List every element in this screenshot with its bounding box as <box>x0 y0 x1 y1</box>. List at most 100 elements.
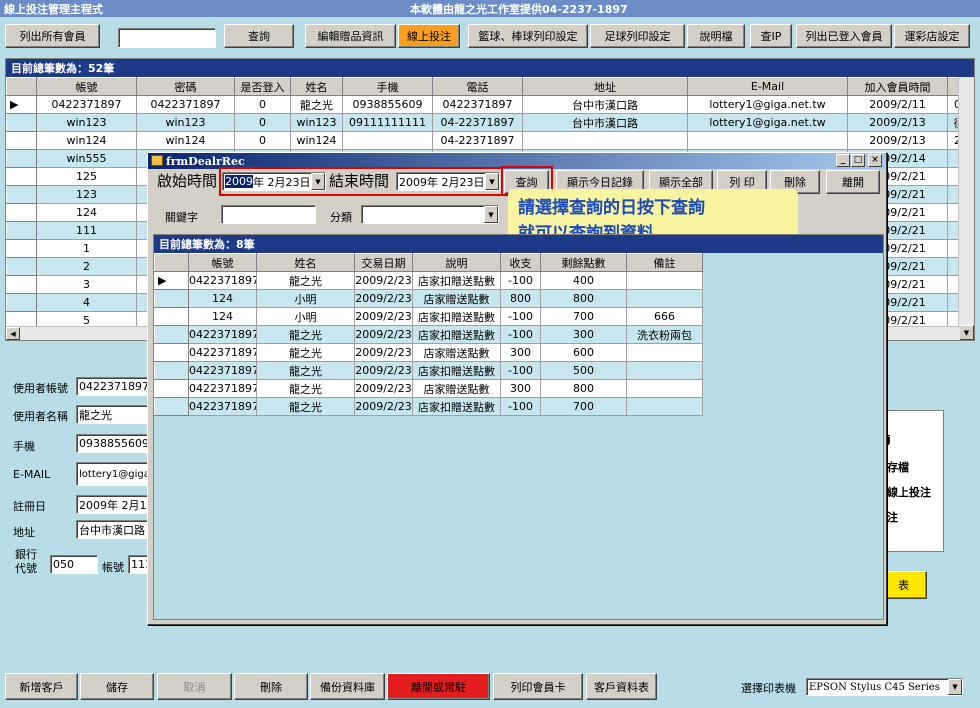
row-selector[interactable] <box>154 307 189 326</box>
table-cell[interactable]: win123 <box>36 113 137 132</box>
col-header-phone[interactable]: 電話 <box>432 77 523 96</box>
deal-cell[interactable] <box>626 289 703 308</box>
maximize-icon[interactable]: □ <box>851 154 865 167</box>
deal-cell[interactable]: 2009/2/23 <box>354 379 413 398</box>
deal-cell[interactable]: -100 <box>500 397 541 416</box>
deal-cell[interactable]: -100 <box>500 307 541 326</box>
deal-col-amount[interactable]: 收支 <box>500 253 541 272</box>
deal-cell[interactable]: 小明 <box>256 289 355 308</box>
backup-database-button[interactable]: 備份資料庫 <box>310 673 385 700</box>
table-cell[interactable]: 0422371897 <box>432 95 523 114</box>
table-cell[interactable]: 124 <box>36 203 137 222</box>
deal-cell[interactable]: 800 <box>540 379 627 398</box>
deal-cell[interactable] <box>626 271 703 290</box>
row-selector[interactable] <box>6 167 37 186</box>
category-select[interactable]: ▼ <box>361 205 499 224</box>
check-ip-button[interactable]: 查IP <box>750 24 792 48</box>
row-selector[interactable] <box>6 185 37 204</box>
table-row[interactable]: win123 win123 0 win123 09111111111 04-2237189… <box>6 113 974 132</box>
minimize-icon[interactable]: _ <box>836 154 850 167</box>
table-cell[interactable]: 04-22371897 <box>432 131 523 150</box>
table-cell[interactable]: win124 <box>136 131 235 150</box>
deal-cell[interactable]: 店家扣贈送點數 <box>412 325 501 344</box>
row-selector[interactable] <box>6 149 37 168</box>
delete-button[interactable]: 刪除 <box>234 673 308 700</box>
deal-cell[interactable] <box>626 361 703 380</box>
current-row-arrow-icon[interactable]: ▶ <box>154 271 189 290</box>
row-selector[interactable] <box>6 239 37 258</box>
table-cell[interactable]: 09111111111 <box>342 113 433 132</box>
deal-cell[interactable] <box>626 379 703 398</box>
deal-cell[interactable]: 0422371897 <box>188 271 257 290</box>
deal-cell[interactable]: 2009/2/23 <box>354 325 413 344</box>
col-header-password[interactable]: 密碼 <box>136 77 235 96</box>
deal-row[interactable]: 124 小明 2009/2/23 店家贈送點數 800 800 <box>154 289 703 308</box>
edit-gift-info-button[interactable]: 編輯贈品資訊 <box>305 24 396 48</box>
deal-row[interactable]: 0422371897 龍之光 2009/2/23 店家贈送點數 300 600 <box>154 343 703 362</box>
scroll-down-arrow-icon[interactable]: ▼ <box>959 325 974 340</box>
deal-cell[interactable]: 0422371897 <box>188 325 257 344</box>
list-logged-in-members-button[interactable]: 列出已登入會員 <box>796 24 892 48</box>
table-cell[interactable]: 台中市漢口路 <box>522 95 688 114</box>
query-button[interactable]: 查詢 <box>224 24 294 48</box>
deal-cell[interactable]: 500 <box>540 361 627 380</box>
basketball-print-settings-button[interactable]: 籃球、棒球列印設定 <box>468 24 588 48</box>
table-cell[interactable] <box>342 131 433 150</box>
deal-cell[interactable]: 龍之光 <box>256 325 355 344</box>
deal-cell[interactable]: 0422371897 <box>188 343 257 362</box>
row-selector[interactable] <box>6 293 37 312</box>
deal-cell[interactable]: 600 <box>540 343 627 362</box>
deal-col-description[interactable]: 說明 <box>412 253 501 272</box>
row-selector[interactable] <box>154 361 189 380</box>
customer-report-button[interactable]: 客戶資料表 <box>586 673 657 700</box>
deal-cell[interactable]: 2009/2/23 <box>354 361 413 380</box>
deal-cell[interactable]: 0422371897 <box>188 397 257 416</box>
deal-row[interactable]: 0422371897 龍之光 2009/2/23 店家扣贈送點數 -100 700 <box>154 397 703 416</box>
row-selector[interactable] <box>154 379 189 398</box>
deal-cell[interactable]: 店家扣贈送點數 <box>412 397 501 416</box>
deal-cell[interactable]: 2009/2/23 <box>354 271 413 290</box>
row-selector[interactable] <box>6 131 37 150</box>
row-selector[interactable] <box>154 289 189 308</box>
dialog-exit-button[interactable]: 離開 <box>826 170 880 194</box>
col-header-join-date[interactable]: 加入會員時間 <box>847 77 948 96</box>
deal-cell[interactable]: 2009/2/23 <box>354 307 413 326</box>
deal-cell[interactable]: 124 <box>188 289 257 308</box>
table-cell[interactable]: 0 <box>234 95 291 114</box>
deal-cell[interactable]: -100 <box>500 271 541 290</box>
table-cell[interactable]: 2009/2/13 <box>847 131 948 150</box>
deal-cell[interactable]: 龍之光 <box>256 271 355 290</box>
keyword-input[interactable] <box>221 205 316 224</box>
email-field[interactable]: lottery1@giga.n <box>76 462 148 486</box>
save-button[interactable]: 儲存 <box>80 673 154 700</box>
table-cell[interactable]: win124 <box>290 131 343 150</box>
deal-col-balance[interactable]: 剩餘點數 <box>540 253 627 272</box>
member-search-input[interactable] <box>118 28 216 48</box>
row-selector[interactable] <box>6 203 37 222</box>
row-selector[interactable] <box>6 113 37 132</box>
report-button[interactable]: 表 <box>880 571 927 599</box>
row-selector[interactable] <box>154 397 189 416</box>
member-grid-vscrollbar[interactable]: ▼ <box>958 77 974 340</box>
deal-cell[interactable]: 300 <box>540 325 627 344</box>
col-header-logged-in[interactable]: 是否登入 <box>234 77 291 96</box>
deal-row[interactable]: 0422371897 龍之光 2009/2/23 店家贈送點數 300 800 <box>154 379 703 398</box>
deal-cell[interactable]: 0422371897 <box>188 361 257 380</box>
cancel-button[interactable]: 取消 <box>157 673 232 700</box>
deal-cell[interactable]: 700 <box>540 307 627 326</box>
table-cell[interactable]: lottery1@giga.net.tw <box>687 95 848 114</box>
table-cell[interactable]: 0 <box>234 131 291 150</box>
deal-cell[interactable]: 0422371897 <box>188 379 257 398</box>
bank-code-field[interactable]: 050 <box>50 555 98 574</box>
deal-cell[interactable]: 店家扣贈送點數 <box>412 307 501 326</box>
table-cell[interactable]: 0 <box>234 113 291 132</box>
deal-cell[interactable]: 124 <box>188 307 257 326</box>
table-cell[interactable] <box>522 131 688 150</box>
deal-cell[interactable]: -100 <box>500 325 541 344</box>
table-row[interactable]: ▶ 0422371897 0422371897 0 龍之光 0938855609 04223… <box>6 95 974 114</box>
deal-cell[interactable]: 800 <box>540 289 627 308</box>
deal-col-name[interactable]: 姓名 <box>256 253 355 272</box>
deal-cell[interactable]: 洗衣粉兩包 <box>626 325 703 344</box>
deal-cell[interactable]: 店家贈送點數 <box>412 343 501 362</box>
deal-col-date[interactable]: 交易日期 <box>354 253 413 272</box>
